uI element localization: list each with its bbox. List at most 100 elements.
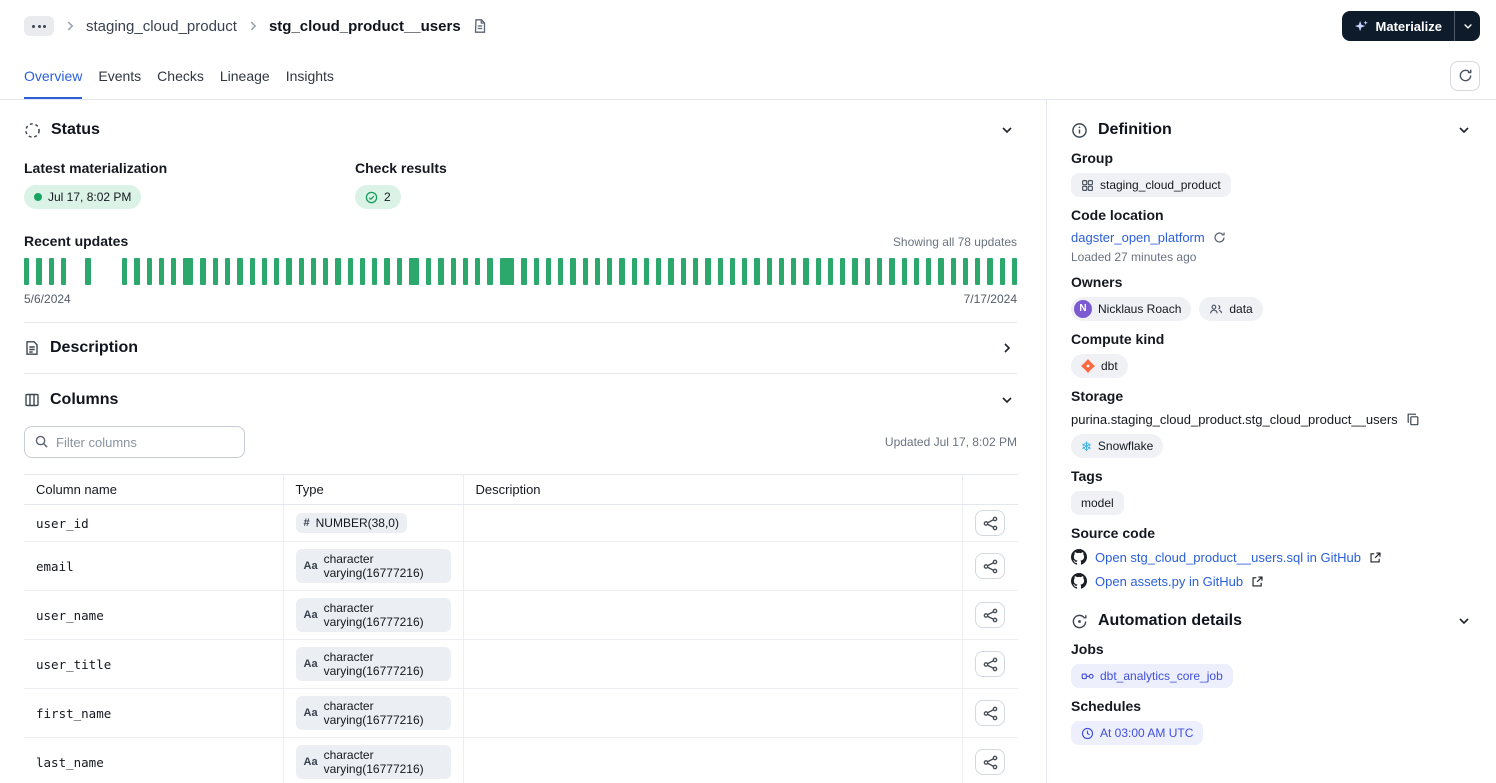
column-description bbox=[463, 504, 963, 542]
check-results-value: 2 bbox=[384, 190, 391, 204]
update-bar bbox=[742, 258, 748, 285]
update-bar bbox=[359, 258, 366, 285]
type-badge: Aa character varying(16777216) bbox=[295, 549, 451, 583]
updates-timeline[interactable] bbox=[24, 258, 1018, 285]
refresh-button[interactable] bbox=[1450, 60, 1480, 91]
update-bar bbox=[778, 258, 785, 285]
source-code-links: Open stg_cloud_product__users.sql in Git… bbox=[1071, 549, 1474, 589]
storage-path-text: purina.staging_cloud_product.stg_cloud_p… bbox=[1071, 411, 1398, 427]
update-bar bbox=[950, 258, 956, 285]
update-bar bbox=[171, 258, 177, 285]
update-bar bbox=[212, 258, 218, 285]
column-name: user_title bbox=[24, 639, 284, 689]
update-bar bbox=[323, 258, 329, 285]
chevron-right-icon bbox=[246, 19, 260, 33]
tab-checks[interactable]: Checks bbox=[157, 52, 204, 99]
tab-events[interactable]: Events bbox=[98, 52, 141, 99]
group-value: staging_cloud_product bbox=[1100, 178, 1221, 192]
status-section: Status Latest materialization Jul 17, 8:… bbox=[24, 100, 1018, 306]
description-section: Description bbox=[24, 323, 1017, 373]
column-description bbox=[463, 639, 963, 689]
update-bar bbox=[570, 258, 576, 285]
search-icon bbox=[34, 434, 49, 449]
storage-platform-badge[interactable]: ❄ Snowflake bbox=[1071, 434, 1164, 458]
update-bar bbox=[999, 258, 1005, 285]
snowflake-icon: ❄ bbox=[1081, 438, 1092, 454]
table-row: email Aa character varying(16777216) bbox=[24, 541, 1018, 591]
update-bar bbox=[1011, 258, 1018, 285]
owner-user-badge[interactable]: N Nicklaus Roach bbox=[1071, 297, 1192, 321]
column-description bbox=[463, 590, 963, 640]
update-bar bbox=[462, 258, 469, 285]
column-type-label: character varying(16777216) bbox=[323, 650, 424, 678]
table-row: first_name Aa character varying(16777216… bbox=[24, 688, 1018, 738]
check-results-badge[interactable]: 2 bbox=[355, 185, 401, 209]
update-bar bbox=[384, 258, 390, 285]
source-code-link[interactable]: Open assets.py in GitHub bbox=[1095, 574, 1243, 589]
description-expand-button[interactable] bbox=[997, 338, 1017, 358]
storage-field: Storage purina.staging_cloud_product.stg… bbox=[1071, 388, 1474, 458]
breadcrumb-group-link[interactable]: staging_cloud_product bbox=[86, 18, 237, 35]
reload-icon[interactable] bbox=[1213, 231, 1226, 244]
update-bar bbox=[158, 258, 165, 285]
column-name: first_name bbox=[24, 688, 284, 738]
materialize-dropdown-button[interactable] bbox=[1454, 11, 1480, 41]
columns-section-title: Columns bbox=[50, 391, 119, 408]
header-description: Description bbox=[463, 474, 963, 505]
view-definition-icon[interactable] bbox=[470, 16, 490, 36]
breadcrumb-more-button[interactable] bbox=[24, 16, 54, 36]
github-icon bbox=[1071, 549, 1087, 565]
update-bar bbox=[643, 258, 650, 285]
column-lineage-button[interactable] bbox=[975, 700, 1006, 726]
update-bar bbox=[889, 258, 895, 285]
materialize-button[interactable]: Materialize bbox=[1342, 11, 1454, 41]
status-section-title: Status bbox=[51, 121, 100, 138]
check-results-label: Check results bbox=[355, 160, 447, 176]
clock-icon bbox=[1081, 727, 1094, 740]
column-lineage-button[interactable] bbox=[975, 749, 1006, 775]
source-code-label: Source code bbox=[1071, 525, 1156, 541]
update-bar bbox=[962, 258, 969, 285]
avatar: N bbox=[1074, 300, 1092, 318]
source-code-link[interactable]: Open stg_cloud_product__users.sql in Git… bbox=[1095, 550, 1361, 565]
update-bar bbox=[335, 258, 341, 285]
compute-kind-badge[interactable]: dbt bbox=[1071, 354, 1128, 378]
source-code-row: Open stg_cloud_product__users.sql in Git… bbox=[1071, 549, 1474, 565]
type-badge: Aa character varying(16777216) bbox=[295, 696, 451, 730]
external-link-icon bbox=[1369, 551, 1382, 564]
update-bar bbox=[237, 258, 243, 285]
owners-field: Owners N Nicklaus Roach data bbox=[1071, 274, 1474, 321]
columns-table-body: user_id # NUMBER(38,0) email Aa characte… bbox=[24, 504, 1018, 783]
tab-insights[interactable]: Insights bbox=[286, 52, 334, 99]
group-badge[interactable]: staging_cloud_product bbox=[1071, 173, 1231, 197]
definition-collapse-button[interactable] bbox=[1454, 120, 1474, 140]
tag-badge[interactable]: model bbox=[1071, 491, 1124, 515]
filter-columns-input[interactable] bbox=[24, 426, 245, 458]
copy-icon[interactable] bbox=[1405, 411, 1421, 427]
tab-lineage[interactable]: Lineage bbox=[220, 52, 270, 99]
definition-section-title: Definition bbox=[1098, 121, 1172, 138]
compute-kind-value: dbt bbox=[1101, 359, 1118, 373]
job-badge[interactable]: dbt_analytics_core_job bbox=[1071, 664, 1233, 688]
update-bar bbox=[803, 258, 809, 285]
success-dot-icon bbox=[34, 193, 42, 201]
schedule-badge[interactable]: At 03:00 AM UTC bbox=[1071, 721, 1204, 745]
owner-team-badge[interactable]: data bbox=[1199, 297, 1263, 321]
tab-overview[interactable]: Overview bbox=[24, 52, 83, 99]
code-location-link[interactable]: dagster_open_platform bbox=[1071, 230, 1205, 245]
columns-collapse-button[interactable] bbox=[997, 390, 1017, 410]
column-lineage-button[interactable] bbox=[975, 553, 1006, 579]
header-type: Type bbox=[283, 474, 464, 505]
column-name: last_name bbox=[24, 737, 284, 783]
columns-table: Column name Type Description user_id # N… bbox=[24, 474, 1018, 783]
status-collapse-button[interactable] bbox=[997, 120, 1017, 140]
latest-materialization-badge[interactable]: Jul 17, 8:02 PM bbox=[24, 185, 142, 209]
latest-materialization: Latest materialization Jul 17, 8:02 PM bbox=[24, 160, 355, 209]
type-kind-icon: Aa bbox=[303, 560, 318, 572]
automation-collapse-button[interactable] bbox=[1454, 611, 1474, 631]
breadcrumb-asset-name: stg_cloud_product__users bbox=[268, 17, 461, 35]
column-lineage-button[interactable] bbox=[975, 602, 1006, 628]
columns-section: Columns Updated Jul 17, 8:02 PM bbox=[24, 374, 1018, 783]
column-lineage-button[interactable] bbox=[975, 510, 1006, 536]
column-lineage-button[interactable] bbox=[975, 651, 1006, 677]
